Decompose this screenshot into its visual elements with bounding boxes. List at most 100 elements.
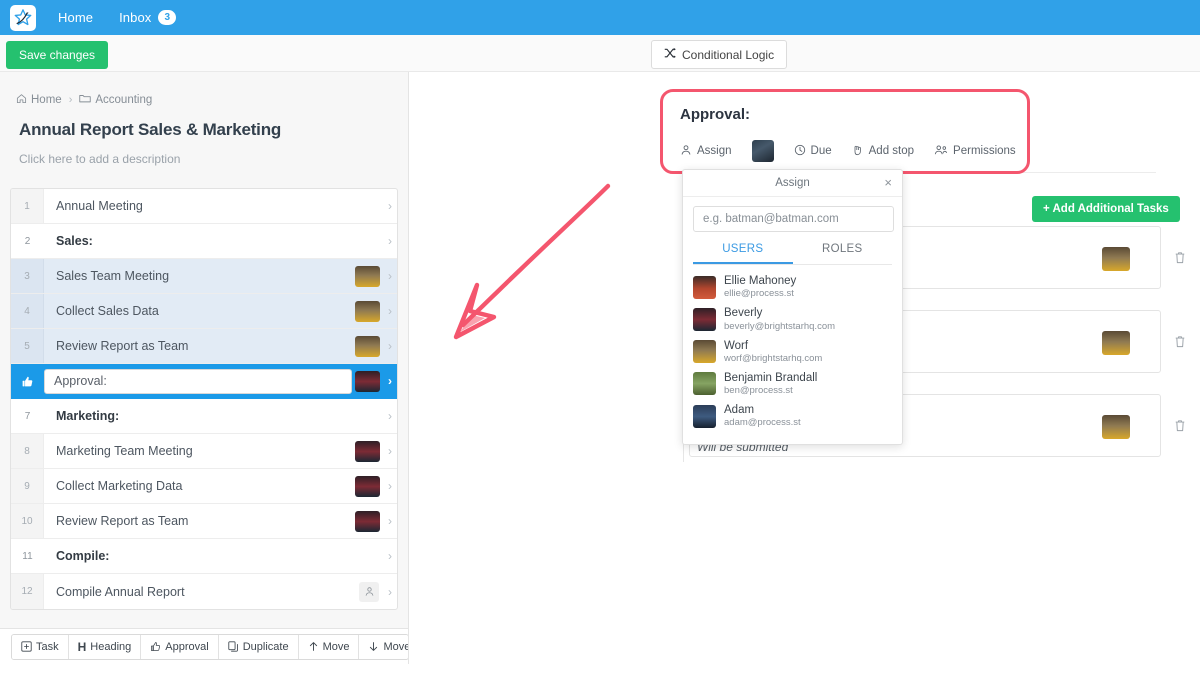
add-task-button[interactable]: Task: [12, 634, 69, 659]
action-button-group: TaskHHeadingApprovalDuplicateMoveMoveDel…: [11, 633, 408, 660]
move-down-button[interactable]: Move: [359, 634, 408, 659]
task-row[interactable]: 2 Sales: ›: [11, 224, 397, 259]
trash-icon[interactable]: [1173, 417, 1187, 433]
move-up-button[interactable]: Move: [298, 634, 360, 659]
task-row[interactable]: 12 Compile Annual Report ›: [11, 574, 397, 609]
task-row[interactable]: 9 Collect Marketing Data ›: [11, 469, 397, 504]
task-row[interactable]: Approval: ›: [11, 364, 397, 399]
save-changes-button[interactable]: Save changes: [6, 41, 109, 69]
thumbs-up-icon: [150, 641, 161, 652]
chevron-right-icon[interactable]: ›: [383, 504, 397, 538]
stop-hand-icon: [852, 144, 864, 159]
task-label: Annual Meeting: [56, 199, 143, 213]
folder-icon: [79, 93, 92, 107]
conditional-logic-label: Conditional Logic: [682, 47, 775, 62]
breadcrumb: Home › Accounting: [16, 93, 408, 107]
assign-popup: Assign × USERS ROLES Ellie Mahoneyellie@…: [682, 169, 903, 445]
user-email: worf@brightstarhq.com: [724, 352, 823, 364]
task-row[interactable]: 1 Annual Meeting ›: [11, 189, 397, 224]
nav-home[interactable]: Home: [58, 10, 93, 25]
task-row[interactable]: 7 Marketing: ›: [11, 399, 397, 434]
tab-roles[interactable]: ROLES: [793, 243, 893, 264]
avatar: [1102, 415, 1130, 439]
chevron-right-icon[interactable]: ›: [383, 259, 397, 293]
task-number: 4: [11, 294, 44, 328]
user-email: ellie@process.st: [724, 288, 794, 300]
assign-button[interactable]: Assign: [680, 144, 732, 159]
chevron-right-icon[interactable]: ›: [383, 364, 397, 398]
avatar: [355, 510, 380, 532]
chevron-right-icon[interactable]: ›: [383, 224, 397, 258]
chevron-right-icon[interactable]: ›: [383, 469, 397, 503]
user-name: Ellie Mahoney: [724, 275, 797, 287]
assign-email-input[interactable]: [693, 206, 894, 232]
task-row[interactable]: 8 Marketing Team Meeting ›: [11, 434, 397, 469]
breadcrumb-item-home[interactable]: Home: [16, 93, 62, 107]
assign-popup-header: Assign ×: [683, 170, 902, 197]
task-row[interactable]: 4 Collect Sales Data ›: [11, 294, 397, 329]
approval-meta-row: Assign Due Add stop Permissions: [672, 133, 1156, 172]
task-label: Compile Annual Report: [56, 584, 185, 599]
add-heading-button[interactable]: H Heading: [68, 634, 142, 659]
chevron-right-icon[interactable]: ›: [383, 539, 397, 573]
user-name: Benjamin Brandall: [724, 371, 818, 384]
approval-title[interactable]: Approval:: [672, 97, 1156, 133]
avatar: [355, 265, 380, 287]
chevron-right-icon[interactable]: ›: [383, 434, 397, 468]
due-button[interactable]: Due: [794, 144, 832, 159]
list-item[interactable]: Adam adam@process.st: [683, 400, 902, 432]
permissions-label: Permissions: [953, 145, 1016, 157]
list-item[interactable]: Worf worf@brightstarhq.com: [683, 336, 902, 368]
duplicate-button[interactable]: Duplicate: [218, 634, 299, 659]
task-number: 3: [11, 259, 44, 293]
add-approval-button-label: Approval: [165, 640, 209, 653]
chevron-right-icon[interactable]: ›: [383, 574, 397, 609]
nav-inbox-label: Inbox: [119, 10, 152, 25]
home-icon: [16, 93, 27, 107]
person-icon: [680, 144, 692, 159]
task-number: 2: [11, 224, 44, 258]
list-item[interactable]: Ellie Mahoney ellie@process.st: [683, 271, 902, 303]
task-number: 5: [11, 329, 44, 363]
assign-user-list: Ellie Mahoney ellie@process.st Beverly beve…: [683, 271, 902, 432]
add-additional-tasks-button[interactable]: + Add Additional Tasks: [1032, 196, 1180, 222]
list-item[interactable]: Benjamin Brandall ben@process.st: [683, 368, 902, 400]
chevron-right-icon[interactable]: ›: [383, 329, 397, 363]
add-stop-button[interactable]: Add stop: [852, 144, 914, 159]
trash-icon[interactable]: [1173, 333, 1187, 349]
permissions-button[interactable]: Permissions: [934, 144, 1016, 159]
avatar[interactable]: [751, 140, 774, 162]
list-item[interactable]: Beverly beverly@brightstarhq.com: [683, 303, 902, 335]
duplicate-button-label: Duplicate: [242, 640, 289, 653]
description-placeholder[interactable]: Click here to add a description: [19, 152, 408, 166]
close-icon[interactable]: ×: [884, 176, 892, 189]
assign-label: Assign: [697, 145, 732, 157]
task-row[interactable]: 5 Review Report as Team ›: [11, 329, 397, 364]
task-label: Compile:: [56, 549, 110, 563]
trash-icon[interactable]: [1173, 249, 1187, 265]
avatar: [693, 307, 716, 331]
task-row[interactable]: 10 Review Report as Team ›: [11, 504, 397, 539]
add-approval-button[interactable]: Approval: [141, 634, 219, 659]
workflow-sidebar: Home › Accounting Annual Report Sales & …: [0, 72, 409, 664]
breadcrumb-item-accounting[interactable]: Accounting: [79, 93, 152, 107]
assign-popup-title: Assign: [775, 177, 810, 189]
task-number: 1: [11, 189, 44, 223]
task-row[interactable]: 11 Compile: ›: [11, 539, 397, 574]
task-name-input[interactable]: Approval:: [44, 368, 352, 394]
person-icon[interactable]: [359, 581, 379, 602]
task-number: 7: [11, 399, 44, 433]
chevron-right-icon[interactable]: ›: [383, 189, 397, 223]
avatar: [1102, 331, 1130, 355]
chevron-right-icon[interactable]: ›: [383, 294, 397, 328]
chevron-right-icon[interactable]: ›: [383, 399, 397, 433]
tab-users[interactable]: USERS: [693, 243, 793, 264]
avatar: [355, 300, 380, 322]
task-row[interactable]: 3 Sales Team Meeting ›: [11, 259, 397, 294]
conditional-logic-button[interactable]: Conditional Logic: [651, 40, 788, 69]
task-label: Marketing Team Meeting: [56, 444, 193, 458]
editor-toolbar: Save changes Conditional Logic: [0, 35, 1200, 72]
heading-icon: H: [77, 639, 87, 654]
nav-inbox[interactable]: Inbox 3: [119, 10, 177, 25]
process-street-star-logo[interactable]: [10, 4, 36, 31]
